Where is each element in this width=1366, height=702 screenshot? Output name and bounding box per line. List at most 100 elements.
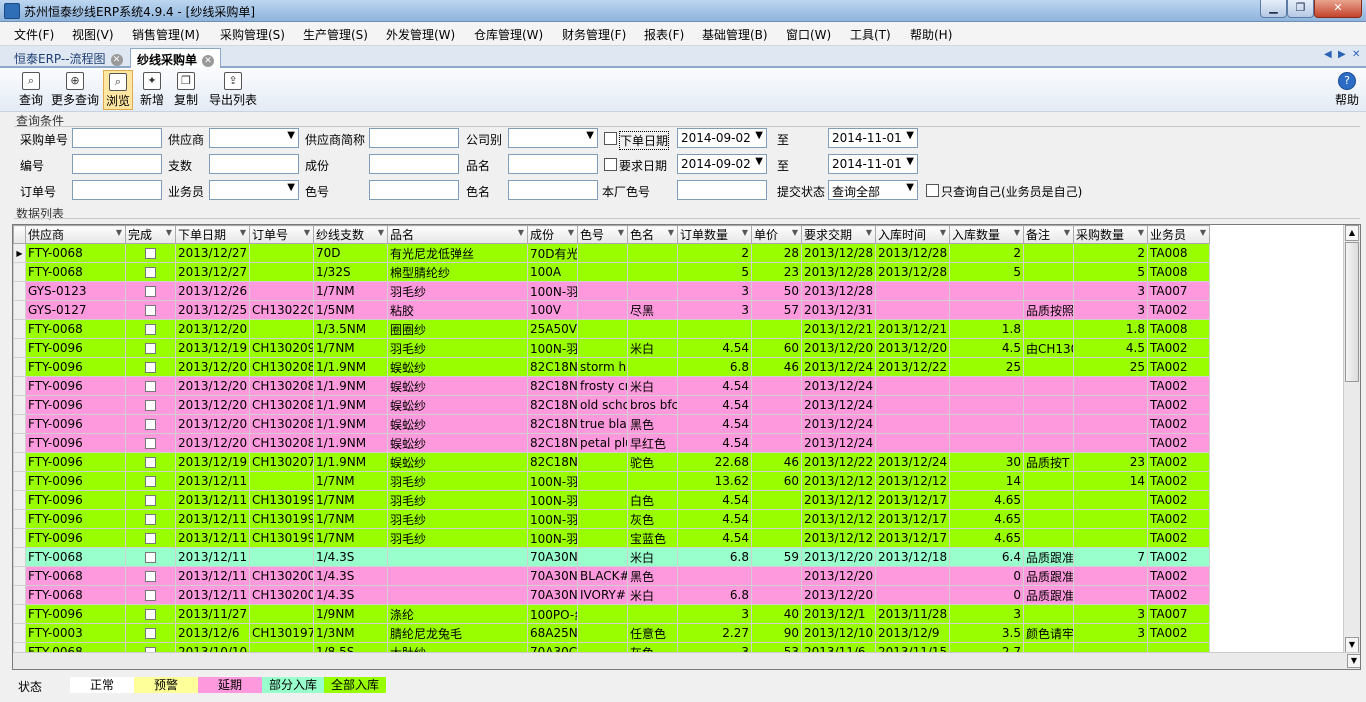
cell-done[interactable]	[125, 433, 176, 453]
row-selector[interactable]	[13, 262, 26, 282]
supplier-select[interactable]: ▼	[209, 128, 299, 148]
column-header-color-no[interactable]: 色号 ▼	[577, 225, 628, 244]
done-checkbox[interactable]	[145, 419, 156, 430]
filter-dropdown-icon[interactable]: ▼	[940, 228, 946, 237]
column-header-unit-price[interactable]: 单价 ▼	[751, 225, 802, 244]
order-date-to[interactable]: 2014-11-01 ▼	[828, 128, 918, 148]
copy-button[interactable]: ❐ 复制	[172, 70, 200, 110]
order-date-checkbox[interactable]	[604, 132, 617, 145]
column-header-composition[interactable]: 成份 ▼	[527, 225, 578, 244]
menu-basic[interactable]: 基础管理(B)	[702, 26, 768, 43]
cell-done[interactable]	[125, 243, 176, 263]
done-checkbox[interactable]	[145, 476, 156, 487]
order-date-from[interactable]: 2014-09-02 ▼	[677, 128, 767, 148]
table-row[interactable]: FTY-0068 2013/12/11 CH130200 1/4.3S 70A30N IV…	[13, 585, 1210, 605]
close-icon[interactable]: ✕	[110, 53, 123, 66]
filter-dropdown-icon[interactable]: ▼	[166, 228, 172, 237]
row-selector[interactable]	[13, 376, 26, 396]
row-selector[interactable]	[13, 319, 26, 339]
cell-done[interactable]	[125, 547, 176, 567]
row-selector[interactable]	[13, 547, 26, 567]
tab-flowchart[interactable]: 恒泰ERP--流程图 ✕	[8, 48, 129, 68]
count-input[interactable]	[209, 154, 299, 174]
table-row[interactable]: FTY-0096 2013/12/20 CH130208 1/1.9NM 蜈蚣纱 82C1…	[13, 376, 1210, 396]
done-checkbox[interactable]	[145, 533, 156, 544]
more-query-button[interactable]: ⊕ 更多查询	[50, 70, 100, 110]
new-button[interactable]: ✦ 新增	[138, 70, 166, 110]
code-input[interactable]	[72, 154, 162, 174]
column-header-salesman[interactable]: 业务员 ▼	[1147, 225, 1210, 244]
help-button[interactable]: ? 帮助	[1332, 70, 1362, 110]
cell-done[interactable]	[125, 376, 176, 396]
close-window-button[interactable]: ✕	[1314, 0, 1362, 18]
row-selector[interactable]	[13, 623, 26, 643]
filter-dropdown-icon[interactable]: ▼	[866, 228, 872, 237]
table-row[interactable]: FTY-0096 2013/12/20 CH130208 1/1.9NM 蜈蚣纱 82C1…	[13, 433, 1210, 453]
filter-dropdown-icon[interactable]: ▼	[378, 228, 384, 237]
company-select[interactable]: ▼	[508, 128, 598, 148]
cell-done[interactable]	[125, 623, 176, 643]
scroll-thumb[interactable]	[1345, 242, 1359, 382]
close-icon[interactable]: ✕	[202, 54, 215, 67]
minimize-button[interactable]: ▁	[1260, 0, 1287, 18]
table-row[interactable]: GYS-0123 2013/12/26 1/7NM 羽毛纱 100N-羽 3 50 2013/…	[13, 281, 1210, 301]
done-checkbox[interactable]	[145, 400, 156, 411]
row-selector[interactable]	[13, 452, 26, 472]
row-selector[interactable]	[13, 395, 26, 415]
menu-purchase[interactable]: 采购管理(S)	[220, 26, 285, 43]
row-selector[interactable]	[13, 585, 26, 605]
done-checkbox[interactable]	[145, 438, 156, 449]
cell-done[interactable]	[125, 262, 176, 282]
done-checkbox[interactable]	[145, 514, 156, 525]
done-checkbox[interactable]	[145, 571, 156, 582]
row-selector[interactable]	[13, 357, 26, 377]
row-selector[interactable]	[13, 281, 26, 301]
table-row[interactable]: FTY-0096 2013/12/20 CH130208 1/1.9NM 蜈蚣纱 82C1…	[13, 357, 1210, 377]
table-row[interactable]: FTY-00962013/11/271/9NM涤纶100PO-丝3402013/…	[13, 604, 1210, 624]
table-row[interactable]: FTY-0096 2013/12/20 CH130208 1/1.9NM 蜈蚣纱 82C1…	[13, 395, 1210, 415]
cell-done[interactable]	[125, 281, 176, 301]
table-row[interactable]: FTY-0096 2013/12/11 CH130199 1/7NM 羽毛纱 100N-羽…	[13, 528, 1210, 548]
table-row[interactable]: FTY-0068 2013/12/11 CH130200 1/4.3S 70A30N BL…	[13, 566, 1210, 586]
table-row[interactable]: FTY-0096 2013/12/19 CH130209 1/7NM 羽毛纱 100N-羽…	[13, 338, 1210, 358]
horizontal-scrollbar[interactable]: ▼	[13, 652, 1360, 669]
filter-dropdown-icon[interactable]: ▼	[792, 228, 798, 237]
filter-dropdown-icon[interactable]: ▼	[668, 228, 674, 237]
done-checkbox[interactable]	[145, 590, 156, 601]
done-checkbox[interactable]	[145, 286, 156, 297]
done-checkbox[interactable]	[145, 324, 156, 335]
row-selector[interactable]	[13, 433, 26, 453]
done-checkbox[interactable]	[145, 267, 156, 278]
cell-done[interactable]	[125, 357, 176, 377]
table-row[interactable]: GYS-0127 2013/12/25 CH130220 1/5NM 粘胶 100V 尽黑 3…	[13, 300, 1210, 320]
cell-done[interactable]	[125, 566, 176, 586]
done-checkbox[interactable]	[145, 552, 156, 563]
cell-done[interactable]	[125, 414, 176, 434]
color-name-input[interactable]	[508, 180, 598, 200]
done-checkbox[interactable]	[145, 343, 156, 354]
column-header-stock-in-qty[interactable]: 入库数量 ▼	[949, 225, 1024, 244]
row-selector[interactable]: ▶	[13, 243, 26, 263]
menu-window[interactable]: 窗口(W)	[786, 26, 831, 43]
scroll-up-icon[interactable]: ▲	[1345, 225, 1359, 241]
column-header-remark[interactable]: 备注 ▼	[1023, 225, 1074, 244]
column-header-order-no[interactable]: 订单号 ▼	[249, 225, 314, 244]
row-selector[interactable]	[13, 338, 26, 358]
product-input[interactable]	[508, 154, 598, 174]
menu-file[interactable]: 文件(F)	[14, 26, 54, 43]
table-row[interactable]: FTY-0068 2013/12/27 1/32S 棉型腈纶纱 100A 5 23 2013/…	[13, 262, 1210, 282]
cell-done[interactable]	[125, 528, 176, 548]
cell-done[interactable]	[125, 585, 176, 605]
table-row[interactable]: FTY-0003 2013/12/6 CH130197 1/3NM 腈纶尼龙兔毛 68A2…	[13, 623, 1210, 643]
column-header-product[interactable]: 品名 ▼	[387, 225, 528, 244]
row-selector[interactable]	[13, 300, 26, 320]
row-selector[interactable]	[13, 490, 26, 510]
done-checkbox[interactable]	[145, 305, 156, 316]
filter-dropdown-icon[interactable]: ▼	[240, 228, 246, 237]
filter-dropdown-icon[interactable]: ▼	[1064, 228, 1070, 237]
cell-done[interactable]	[125, 509, 176, 529]
filter-dropdown-icon[interactable]: ▼	[304, 228, 310, 237]
filter-dropdown-icon[interactable]: ▼	[518, 228, 524, 237]
query-button[interactable]: ⌕ 查询	[16, 70, 46, 110]
filter-dropdown-icon[interactable]: ▼	[1138, 228, 1144, 237]
